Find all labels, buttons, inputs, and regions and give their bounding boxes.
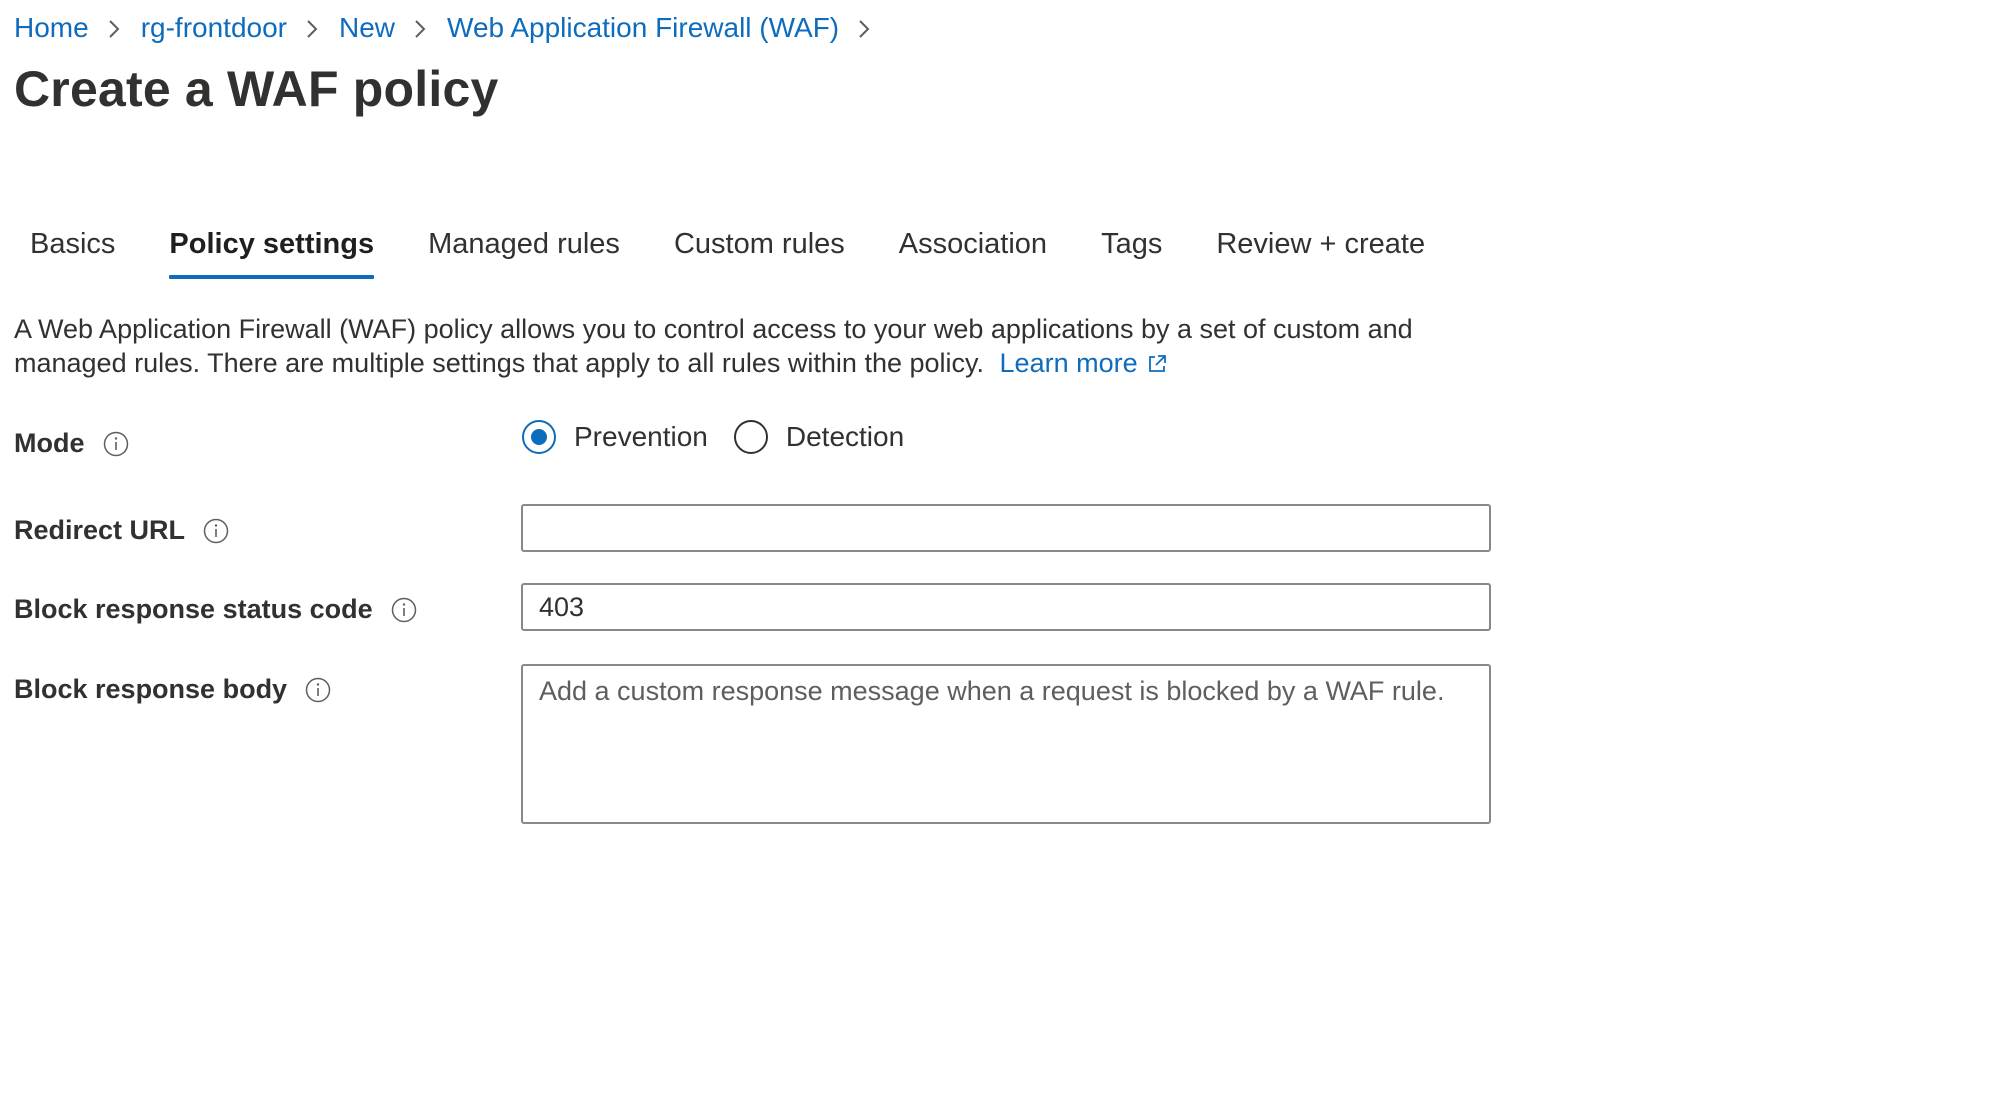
- redirect-url-input[interactable]: [521, 504, 1491, 552]
- chevron-right-icon: [395, 10, 447, 46]
- radio-detection[interactable]: Detection: [733, 420, 905, 454]
- mode-label: Mode: [14, 428, 129, 459]
- radio-prevention[interactable]: Prevention: [522, 420, 708, 454]
- tab-policy-settings[interactable]: Policy settings: [169, 228, 374, 279]
- radio-detection-circle[interactable]: [733, 420, 768, 454]
- external-link-icon: [1148, 355, 1166, 372]
- breadcrumb-resource-group[interactable]: rg-frontdoor: [141, 12, 287, 44]
- chevron-right-icon: [839, 10, 891, 46]
- policy-description: A Web Application Firewall (WAF) policy …: [14, 312, 1514, 380]
- info-icon[interactable]: [103, 431, 129, 457]
- redirect-url-label: Redirect URL: [14, 515, 229, 546]
- mode-radio-group: Prevention Detection: [522, 420, 930, 454]
- redirect-url-label-text: Redirect URL: [14, 515, 186, 545]
- breadcrumb-new[interactable]: New: [339, 12, 395, 44]
- radio-prevention-circle[interactable]: [522, 420, 556, 454]
- info-icon[interactable]: [391, 597, 417, 623]
- tab-bar: Basics Policy settings Managed rules Cus…: [30, 228, 1479, 279]
- page-title: Create a WAF policy: [14, 61, 499, 117]
- learn-more-link[interactable]: Learn more: [1000, 348, 1168, 378]
- tab-tags[interactable]: Tags: [1101, 228, 1162, 279]
- radio-detection-label: Detection: [785, 421, 905, 452]
- block-status-code-label-text: Block response status code: [14, 594, 373, 624]
- breadcrumb-home[interactable]: Home: [14, 12, 89, 44]
- breadcrumb-waf[interactable]: Web Application Firewall (WAF): [447, 12, 839, 44]
- block-response-body-label-text: Block response body: [14, 674, 288, 704]
- tab-managed-rules[interactable]: Managed rules: [428, 228, 620, 279]
- block-status-code-input[interactable]: [521, 583, 1491, 631]
- block-response-body-label: Block response body: [14, 674, 331, 705]
- learn-more-label: Learn more: [999, 348, 1138, 378]
- info-icon[interactable]: [203, 518, 229, 544]
- mode-label-text: Mode: [14, 428, 85, 458]
- tab-custom-rules[interactable]: Custom rules: [674, 228, 845, 279]
- tab-basics[interactable]: Basics: [30, 228, 115, 279]
- block-response-body-textarea[interactable]: [521, 664, 1491, 824]
- radio-prevention-label: Prevention: [574, 421, 708, 452]
- info-icon[interactable]: [305, 677, 331, 703]
- block-status-code-label: Block response status code: [14, 594, 417, 625]
- chevron-right-icon: [89, 10, 141, 46]
- description-text: A Web Application Firewall (WAF) policy …: [14, 314, 1413, 378]
- chevron-right-icon: [287, 10, 339, 46]
- tab-association[interactable]: Association: [899, 228, 1047, 279]
- breadcrumb: Home rg-frontdoor New Web Application Fi…: [14, 10, 891, 46]
- tab-review-create[interactable]: Review + create: [1216, 228, 1425, 279]
